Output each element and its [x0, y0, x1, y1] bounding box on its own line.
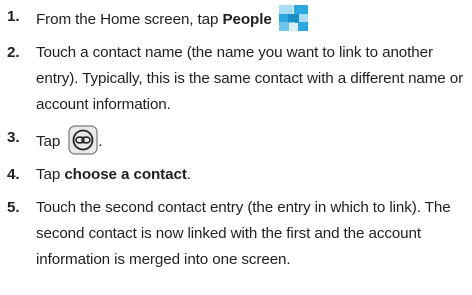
- step-5: 5. Touch the second contact entry (the e…: [0, 195, 472, 273]
- people-label: People: [222, 11, 272, 28]
- step-text: Tap: [36, 133, 65, 150]
- step-text: Touch the second contact entry (the entr…: [36, 199, 451, 268]
- step-number: 2.: [7, 44, 20, 61]
- step-3: 3. Tap .: [0, 125, 472, 155]
- link-contact-icon: [68, 125, 98, 155]
- step-text-after: .: [98, 133, 103, 150]
- step-text: Tap: [36, 166, 65, 183]
- step-1: 1. From the Home screen, tap People: [0, 4, 472, 33]
- step-text-after: .: [186, 166, 191, 183]
- step-2: 2. Touch a contact name (the name you wa…: [0, 40, 472, 118]
- step-number: 5.: [7, 199, 20, 216]
- step-number: 4.: [7, 166, 20, 183]
- step-number: 1.: [7, 8, 20, 25]
- step-number: 3.: [7, 129, 20, 146]
- people-app-icon: [277, 4, 309, 32]
- step-4: 4. Tap choose a contact.: [0, 162, 472, 188]
- step-text: Touch a contact name (the name you want …: [36, 44, 464, 113]
- instruction-steps: 1. From the Home screen, tap People 2. T…: [0, 0, 472, 273]
- step-text: From the Home screen, tap: [36, 11, 223, 28]
- choose-contact-label: choose a contact: [64, 166, 187, 183]
